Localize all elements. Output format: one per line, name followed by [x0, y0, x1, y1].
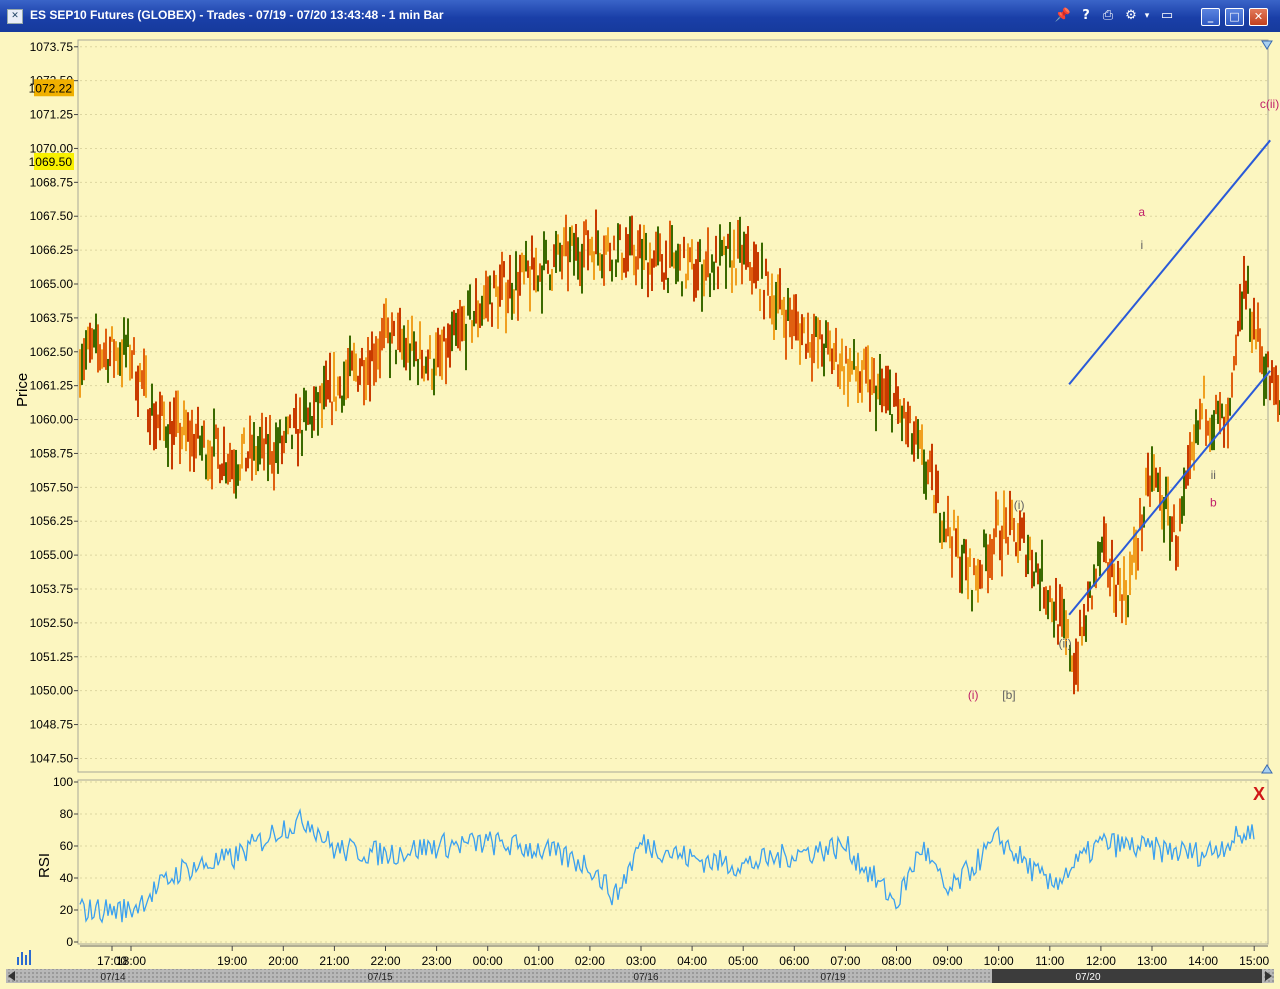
time-tick-label: 08:00 [881, 954, 911, 968]
help-icon[interactable]: ? [1077, 7, 1095, 25]
window-title: ES SEP10 Futures (GLOBEX) - Trades - 07/… [30, 8, 444, 22]
date-label: 07/20 [1075, 972, 1100, 983]
rsi-tick-label: 20 [60, 903, 74, 917]
rsi-tick-label: 0 [66, 935, 73, 949]
price-tick-label: 1048.75 [30, 718, 74, 732]
time-tick-label: 00:00 [473, 954, 503, 968]
date-label: 07/14 [100, 972, 125, 983]
chevron-down-icon[interactable]: ▾ [1138, 7, 1156, 25]
time-tick-label: 13:00 [1137, 954, 1167, 968]
wave-label: [b] [1002, 688, 1015, 702]
rsi-tick-label: 60 [60, 839, 74, 853]
time-tick-label: 19:00 [217, 954, 247, 968]
price-tick-label: 1058.75 [30, 446, 74, 460]
time-tick-label: 09:00 [933, 954, 963, 968]
price-tick-label: 1063.75 [30, 311, 74, 325]
price-tick-label: 1061.25 [30, 379, 74, 393]
price-tick-label: 1073.75 [30, 40, 74, 54]
wave-label: b [1210, 495, 1217, 509]
time-tick-label: 12:00 [1086, 954, 1116, 968]
chart-window: ✕ ES SEP10 Futures (GLOBEX) - Trades - 0… [0, 0, 1280, 989]
rsi-tick-label: 40 [60, 871, 74, 885]
price-tick-label: 1062.50 [30, 345, 74, 359]
rsi-axis-title: RSI [36, 853, 53, 878]
price-marker-label: 1069.50 [29, 155, 73, 169]
price-tick-label: 1060.00 [30, 413, 74, 427]
price-tick-label: 1050.00 [30, 684, 74, 698]
time-tick-label: 18:00 [116, 954, 146, 968]
wave-label: a [1138, 205, 1145, 219]
price-tick-label: 1065.00 [30, 277, 74, 291]
time-tick-label: 07:00 [830, 954, 860, 968]
time-tick-label: 10:00 [984, 954, 1014, 968]
date-label: 07/16 [633, 972, 658, 983]
time-tick-label: 06:00 [779, 954, 809, 968]
time-tick-label: 01:00 [524, 954, 554, 968]
print-icon[interactable]: ⎙ [1099, 7, 1117, 25]
time-tick-label: 02:00 [575, 954, 605, 968]
rsi-tick-label: 80 [60, 807, 74, 821]
pin-icon[interactable]: 📌 [1054, 7, 1072, 25]
time-axis: 17:0018:00 19:00 20:00 21:00 22:00 23:00 00:00… [80, 945, 1270, 968]
minimize-button[interactable]: _ [1201, 8, 1220, 26]
date-label: 07/15 [367, 972, 392, 983]
wave-label: ii [1211, 468, 1216, 482]
time-tick-label: 15:00 [1239, 954, 1269, 968]
price-axis: 1073.751072.501071.251070.001068.751067.… [30, 40, 78, 765]
price-tick-label: 1047.50 [30, 751, 74, 765]
time-tick-label: 03:00 [626, 954, 656, 968]
time-tick-label: 23:00 [422, 954, 452, 968]
time-tick-label: 05:00 [728, 954, 758, 968]
time-tick-label: 14:00 [1188, 954, 1218, 968]
price-tick-label: 1055.00 [30, 548, 74, 562]
time-tick-label: 21:00 [319, 954, 349, 968]
price-tick-label: 1068.75 [30, 175, 74, 189]
close-indicator-icon[interactable]: X [1253, 784, 1265, 804]
scrollbar-thumb[interactable] [992, 969, 1262, 983]
price-tick-label: 1067.50 [30, 209, 74, 223]
wave-label: (ii) [1058, 636, 1071, 650]
price-tick-label: 1053.75 [30, 582, 74, 596]
time-tick-label: 11:00 [1035, 954, 1064, 968]
close-button[interactable]: ✕ [1249, 8, 1268, 26]
rsi-axis: 100 80 60 40 20 0 [53, 775, 78, 949]
rsi-tick-label: 100 [53, 775, 73, 789]
time-tick-label: 22:00 [370, 954, 400, 968]
price-panel[interactable] [77, 39, 1269, 773]
price-tick-label: 1071.25 [30, 108, 74, 122]
price-markers: 1072.22 1069.50 [29, 79, 74, 170]
title-bar[interactable]: ✕ ES SEP10 Futures (GLOBEX) - Trades - 0… [0, 0, 1280, 32]
date-label: 07/19 [820, 972, 845, 983]
wave-label: (i) [1014, 498, 1025, 512]
time-tick-label: 04:00 [677, 954, 707, 968]
maximize-button[interactable]: □ [1225, 8, 1244, 26]
price-tick-label: 1051.25 [30, 650, 74, 664]
price-tick-label: 1066.25 [30, 243, 74, 257]
price-tick-label: 1057.50 [30, 480, 74, 494]
wave-label: c(ii) [1260, 97, 1279, 111]
window-icon[interactable]: ✕ [7, 9, 23, 24]
price-tick-label: 1056.25 [30, 514, 74, 528]
price-axis-title: Price [14, 373, 31, 407]
price-tick-label: 1052.50 [30, 616, 74, 630]
price-marker-label: 1072.22 [29, 81, 73, 95]
wave-label: (i) [968, 688, 979, 702]
time-tick-label: 20:00 [268, 954, 298, 968]
panel-icon[interactable]: ▭ [1158, 7, 1176, 25]
chart-area[interactable]: 1073.751072.501071.251070.001068.751067.… [0, 32, 1280, 989]
wave-label: i [1140, 238, 1143, 252]
indicator-bars-icon[interactable] [17, 950, 31, 965]
